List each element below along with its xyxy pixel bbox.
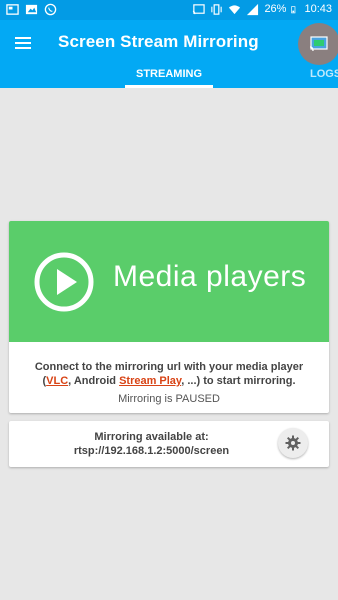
connect-mid: , Android bbox=[68, 375, 120, 387]
connect-instructions: Connect to the mirroring url with your m… bbox=[19, 360, 319, 388]
whatsapp-icon bbox=[44, 3, 57, 16]
tab-logs-label: LOGS bbox=[310, 68, 338, 80]
gear-icon bbox=[285, 435, 301, 451]
app-title: Screen Stream Mirroring bbox=[58, 32, 259, 51]
clock: 10:43 bbox=[304, 3, 332, 15]
play-icon bbox=[34, 252, 94, 312]
status-bar: 26% 10:43 bbox=[0, 0, 338, 20]
settings-button[interactable] bbox=[278, 428, 308, 458]
signal-icon bbox=[247, 3, 259, 16]
gallery-icon bbox=[6, 4, 19, 15]
tab-bar: STREAMING LOGS bbox=[0, 68, 338, 88]
address-label: Mirroring available at: bbox=[94, 431, 209, 443]
wifi-icon bbox=[229, 5, 241, 15]
tab-streaming[interactable]: STREAMING bbox=[125, 68, 213, 88]
image-icon bbox=[25, 4, 38, 15]
cast-icon bbox=[309, 36, 328, 52]
battery-percent: 26% bbox=[264, 3, 287, 15]
stream-url: rtsp://192.168.1.2:5000/screen bbox=[73, 445, 230, 457]
vlc-link[interactable]: VLC bbox=[46, 375, 68, 387]
address-info: Mirroring available at: rtsp://192.168.1… bbox=[9, 430, 294, 458]
tab-streaming-label: STREAMING bbox=[136, 68, 202, 80]
menu-icon[interactable] bbox=[12, 31, 36, 55]
media-players-title: Media players bbox=[113, 260, 307, 293]
stream-play-link[interactable]: Stream Play bbox=[119, 375, 181, 387]
cast-status-icon bbox=[193, 4, 206, 15]
media-players-header[interactable]: Media players bbox=[9, 221, 329, 342]
address-card: Mirroring available at: rtsp://192.168.1… bbox=[9, 421, 329, 467]
mirroring-status: Mirroring is PAUSED bbox=[118, 393, 220, 405]
connect-suffix: , ...) to start mirroring. bbox=[181, 375, 296, 387]
cast-button[interactable] bbox=[298, 23, 338, 65]
media-players-card: Media players Connect to the mirroring u… bbox=[9, 221, 329, 413]
app-bar: Screen Stream Mirroring STREAMING LOGS bbox=[0, 20, 338, 88]
vibrate-icon bbox=[211, 4, 223, 15]
tab-logs[interactable]: LOGS bbox=[310, 68, 338, 88]
tab-indicator bbox=[125, 85, 213, 88]
battery-icon bbox=[291, 6, 296, 14]
